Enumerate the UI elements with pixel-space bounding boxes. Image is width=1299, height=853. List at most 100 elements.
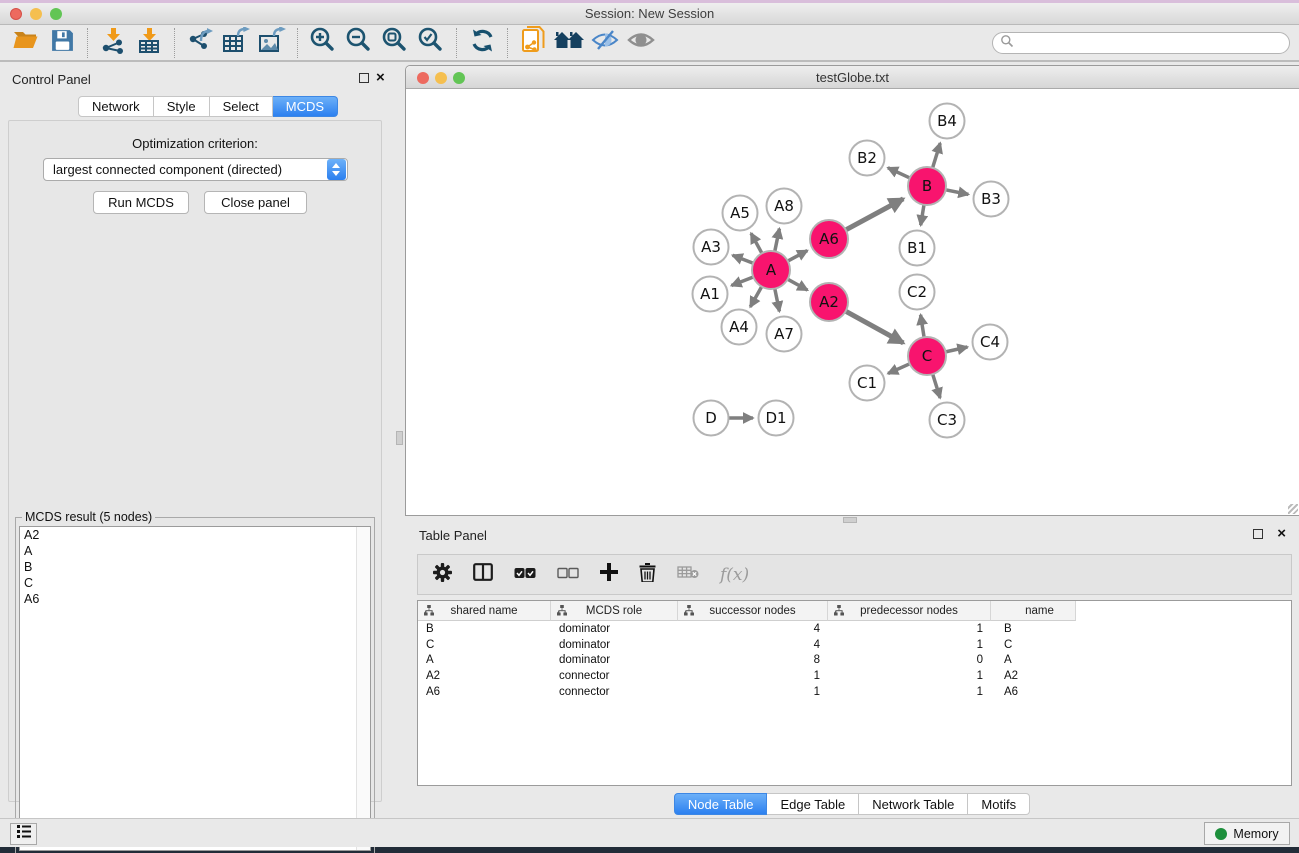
tab-mcds[interactable]: MCDS (273, 96, 338, 117)
tab-node-table[interactable]: Node Table (674, 793, 768, 815)
node-B1[interactable]: B1 (900, 231, 935, 266)
result-item[interactable]: A2 (20, 527, 370, 543)
float-table-panel-icon[interactable] (1253, 529, 1263, 539)
show-graphics-button[interactable] (623, 27, 659, 59)
hide-graphics-button[interactable] (587, 27, 623, 59)
column-header-name[interactable]: name (991, 601, 1076, 621)
node-table[interactable]: shared nameMCDS rolesuccessor nodesprede… (417, 600, 1292, 786)
node-B4[interactable]: B4 (930, 104, 965, 139)
zoom-fit-button[interactable] (377, 27, 413, 59)
node-C3[interactable]: C3 (930, 403, 965, 438)
refresh-layout-button[interactable] (464, 27, 500, 59)
edge-A-A5[interactable] (751, 233, 762, 253)
export-image-button[interactable] (254, 27, 290, 59)
table-row[interactable]: A2connector11A2 (418, 668, 1291, 684)
edge-A-A1[interactable] (731, 277, 753, 286)
node-C4[interactable]: C4 (973, 325, 1008, 360)
table-settings-button[interactable] (433, 563, 452, 587)
tab-motifs[interactable]: Motifs (968, 793, 1030, 815)
table-row[interactable]: A6connector11A6 (418, 684, 1291, 700)
edge-A-A6[interactable] (788, 251, 808, 261)
tab-style[interactable]: Style (154, 96, 210, 117)
import-network-button[interactable] (95, 27, 131, 59)
open-folder-button[interactable] (8, 27, 44, 59)
node-C1[interactable]: C1 (850, 366, 885, 401)
tab-select[interactable]: Select (210, 96, 273, 117)
table-row[interactable]: Cdominator41C (418, 637, 1291, 653)
network-overview-button[interactable] (515, 27, 551, 59)
criterion-select[interactable]: largest connected component (directed) (43, 158, 348, 181)
edge-C-C2[interactable] (921, 315, 925, 337)
edge-A-A7[interactable] (775, 289, 780, 312)
close-panel-icon[interactable]: × (376, 73, 385, 83)
edge-B-B3[interactable] (946, 190, 969, 195)
memory-button[interactable]: Memory (1204, 822, 1290, 845)
node-D1[interactable]: D1 (759, 401, 794, 436)
edge-A-A3[interactable] (733, 255, 754, 263)
home-pages-button[interactable] (551, 27, 587, 59)
column-header-predecessor-nodes[interactable]: predecessor nodes (828, 601, 991, 621)
node-A6[interactable]: A6 (810, 220, 848, 258)
close-panel-button[interactable]: Close panel (204, 191, 307, 214)
edge-A6-B[interactable] (846, 199, 904, 230)
result-item[interactable]: A (20, 543, 370, 559)
column-header-successor-nodes[interactable]: successor nodes (678, 601, 828, 621)
resize-grip[interactable] (1288, 504, 1298, 514)
save-session-button[interactable] (44, 27, 80, 59)
edge-B-B4[interactable] (933, 143, 941, 168)
node-A2[interactable]: A2 (810, 283, 848, 321)
edge-A2-C[interactable] (846, 311, 904, 343)
table-row[interactable]: Adominator80A (418, 653, 1291, 669)
run-mcds-button[interactable]: Run MCDS (93, 191, 189, 214)
column-header-MCDS-role[interactable]: MCDS role (551, 601, 678, 621)
node-B[interactable]: B (908, 167, 946, 205)
create-column-button[interactable] (600, 563, 618, 586)
node-B3[interactable]: B3 (974, 182, 1009, 217)
edge-B-B2[interactable] (888, 168, 910, 178)
result-scrollbar[interactable] (356, 527, 370, 850)
node-A8[interactable]: A8 (767, 189, 802, 224)
search-input[interactable] (1019, 36, 1289, 50)
node-A1[interactable]: A1 (693, 277, 728, 312)
mcds-result-list[interactable]: A2ABCA6 (19, 526, 371, 851)
edge-C-C4[interactable] (946, 347, 968, 352)
network-graph[interactable]: AA1A2A3A4A5A6A7A8BB1B2B3B4CC1C2C3C4DD1 (406, 89, 1299, 515)
zoom-in-button[interactable] (305, 27, 341, 59)
search-field[interactable] (992, 32, 1290, 54)
result-item[interactable]: A6 (20, 591, 370, 607)
edge-C-C1[interactable] (888, 364, 910, 374)
select-all-button[interactable] (514, 566, 536, 584)
task-history-button[interactable] (10, 823, 37, 845)
edge-A-A4[interactable] (750, 287, 761, 307)
splitter-handle-vertical[interactable] (396, 431, 403, 445)
delete-table-button[interactable] (677, 565, 699, 584)
node-A5[interactable]: A5 (723, 196, 758, 231)
column-header-shared-name[interactable]: shared name (418, 601, 551, 621)
node-A3[interactable]: A3 (694, 230, 729, 265)
node-A[interactable]: A (752, 251, 790, 289)
delete-column-button[interactable] (639, 563, 656, 587)
export-table-button[interactable] (218, 27, 254, 59)
tab-network-table[interactable]: Network Table (859, 793, 968, 815)
node-D[interactable]: D (694, 401, 729, 436)
show-column-panel-button[interactable] (473, 563, 493, 586)
edge-A-A2[interactable] (788, 279, 808, 290)
tab-network[interactable]: Network (78, 96, 154, 117)
tab-edge-table[interactable]: Edge Table (767, 793, 859, 815)
result-item[interactable]: C (20, 575, 370, 591)
node-C[interactable]: C (908, 337, 946, 375)
network-window-titlebar[interactable]: testGlobe.txt (406, 66, 1299, 89)
table-row[interactable]: Bdominator41B (418, 621, 1291, 637)
edge-A-A8[interactable] (775, 229, 780, 252)
edge-C-C3[interactable] (933, 374, 940, 398)
export-network-button[interactable] (182, 27, 218, 59)
zoom-out-button[interactable] (341, 27, 377, 59)
result-item[interactable]: B (20, 559, 370, 575)
edge-B-B1[interactable] (921, 205, 924, 225)
float-panel-icon[interactable] (359, 73, 369, 83)
node-A4[interactable]: A4 (722, 310, 757, 345)
zoom-selected-button[interactable] (413, 27, 449, 59)
import-table-button[interactable] (131, 27, 167, 59)
close-table-panel-icon[interactable]: × (1277, 529, 1286, 539)
node-C2[interactable]: C2 (900, 275, 935, 310)
